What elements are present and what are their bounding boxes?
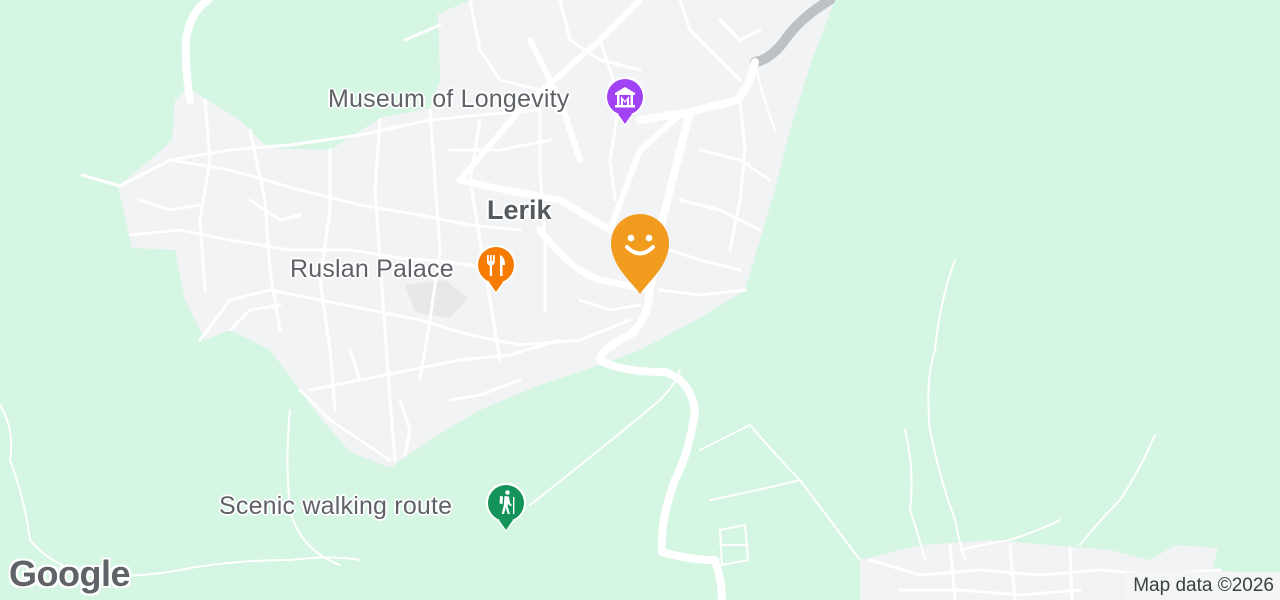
- poi-marker-museum[interactable]: [602, 74, 648, 128]
- map-canvas[interactable]: Lerik Museum of Longevity Ruslan Palace: [0, 0, 1280, 600]
- poi-marker-trail[interactable]: [483, 480, 529, 534]
- smiley-icon: [611, 214, 669, 294]
- restaurant-icon: [476, 244, 516, 294]
- hiking-icon: [486, 482, 526, 532]
- poi-label-museum[interactable]: Museum of Longevity: [328, 85, 569, 114]
- museum-icon: [605, 76, 645, 126]
- poi-label-restaurant[interactable]: Ruslan Palace: [290, 255, 454, 284]
- location-pin[interactable]: [608, 212, 672, 296]
- town-label: Lerik: [487, 195, 552, 225]
- google-logo[interactable]: Google: [9, 553, 131, 595]
- poi-marker-restaurant[interactable]: [473, 242, 519, 296]
- map-attribution[interactable]: Map data ©2026: [1125, 572, 1280, 600]
- poi-label-trail[interactable]: Scenic walking route: [219, 492, 452, 521]
